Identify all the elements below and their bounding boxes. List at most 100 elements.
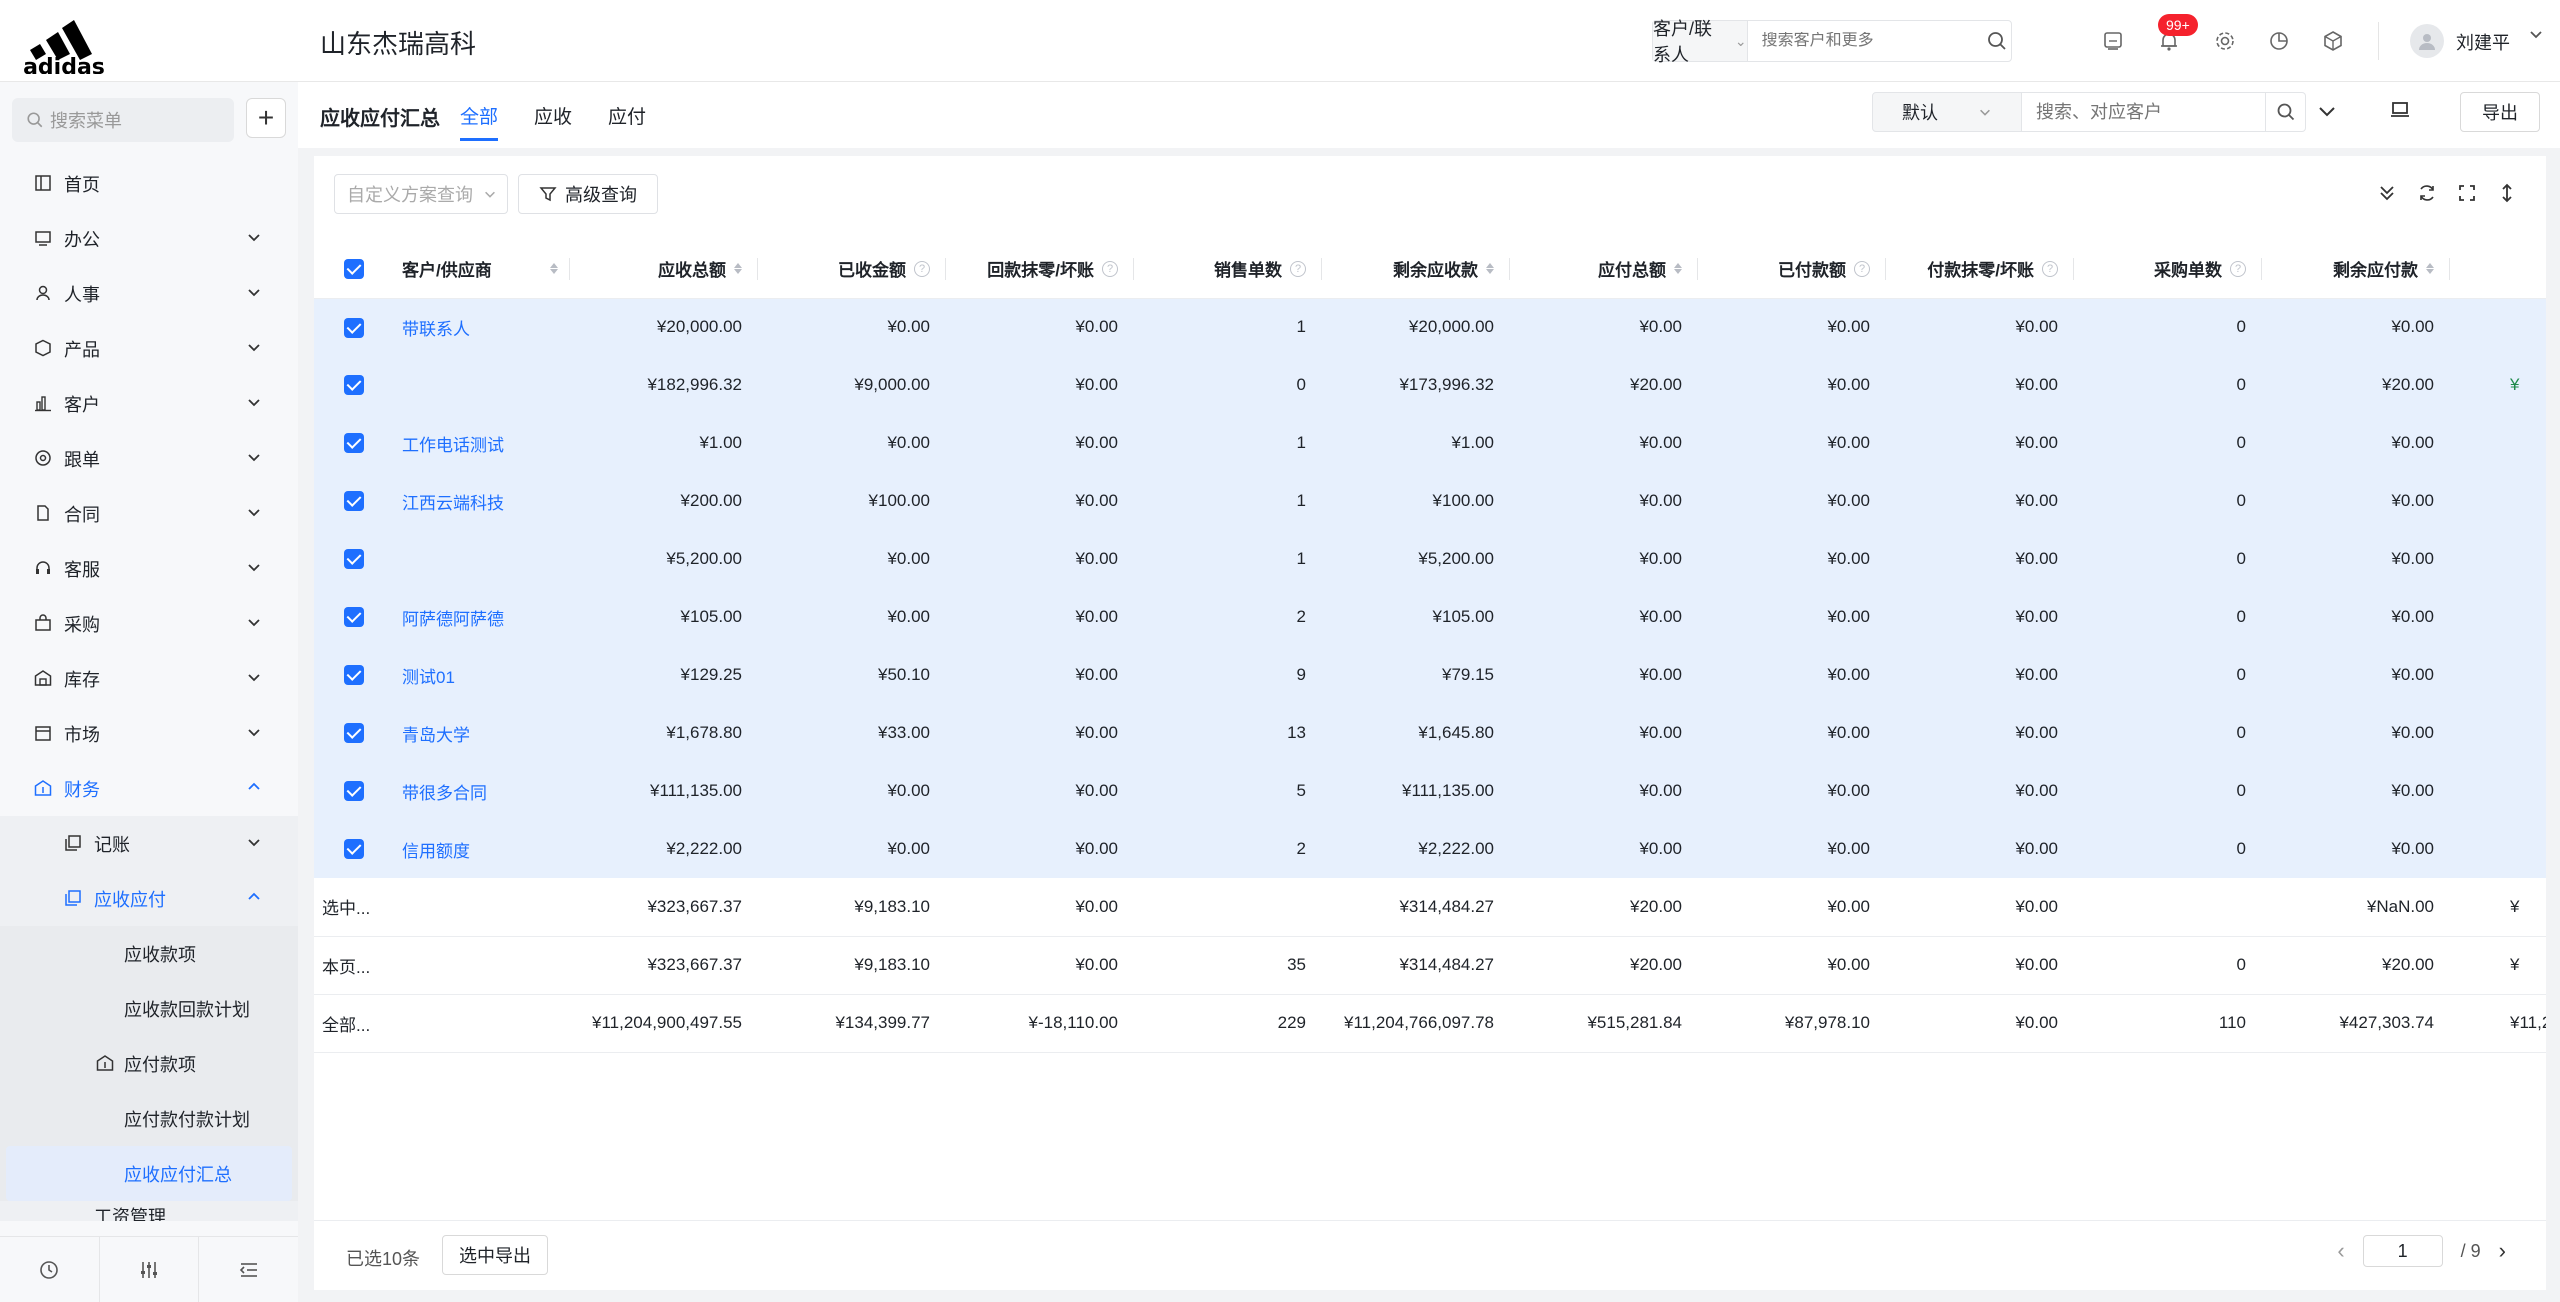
sort-icon[interactable] xyxy=(550,263,558,275)
global-search-input[interactable] xyxy=(1747,32,1983,50)
row-checkbox[interactable] xyxy=(344,317,364,338)
sidebar-item-service[interactable]: 客服 xyxy=(0,541,298,596)
chevron-down-icon[interactable] xyxy=(2528,26,2544,47)
sidebar-item-ar-ap-summary[interactable]: 应收应付汇总 xyxy=(6,1146,292,1201)
export-button[interactable]: 导出 xyxy=(2460,92,2540,132)
customer-link[interactable]: 工作电话测试 xyxy=(394,414,570,472)
sidebar-item-product[interactable]: 产品 xyxy=(0,321,298,376)
row-checkbox[interactable] xyxy=(344,665,364,686)
help-icon[interactable]: ? xyxy=(2042,260,2058,277)
row-checkbox[interactable] xyxy=(344,839,364,860)
customer-link[interactable]: 青岛大学 xyxy=(394,704,570,762)
expand-rows-icon[interactable] xyxy=(2376,182,2398,204)
sort-icon[interactable] xyxy=(1674,263,1682,275)
customer-link[interactable]: 带联系人 xyxy=(394,298,570,356)
help-icon[interactable]: ? xyxy=(914,260,930,277)
page-number-input[interactable] xyxy=(2362,1235,2443,1267)
col-header-receipt-writeoff[interactable]: 回款抹零/坏账? xyxy=(946,240,1134,299)
sidebar-item-hr[interactable]: 人事 xyxy=(0,266,298,321)
chevron-down-icon[interactable] xyxy=(2316,100,2338,127)
sidebar-item-payment-plan[interactable]: 应付款付款计划 xyxy=(0,1091,298,1146)
help-icon[interactable]: ? xyxy=(2230,260,2246,277)
sidebar-item-bookkeeping[interactable]: 记账 xyxy=(0,816,298,871)
collapse-menu-button[interactable] xyxy=(199,1237,298,1302)
sidebar-item-followup[interactable]: 跟单 xyxy=(0,431,298,486)
row-checkbox[interactable] xyxy=(344,781,364,802)
row-checkbox[interactable] xyxy=(344,433,364,454)
table-row[interactable]: 阿萨德阿萨德 ¥105.00 ¥0.00 ¥0.00 2 ¥105.00 ¥0.00 ¥0.0… xyxy=(314,588,2546,646)
row-checkbox[interactable] xyxy=(344,491,364,512)
table-row[interactable]: ¥182,996.32 ¥9,000.00 ¥0.00 0 ¥173,996.32 ¥20… xyxy=(314,356,2546,414)
row-checkbox[interactable] xyxy=(344,375,364,396)
col-header-payable-total[interactable]: 应付总额 xyxy=(1510,240,1698,299)
sidebar-item-office[interactable]: 办公 xyxy=(0,211,298,266)
customer-link[interactable]: 江西云端科技 xyxy=(394,472,570,530)
print-icon[interactable] xyxy=(2388,98,2412,127)
table-row[interactable]: 带很多合同 ¥111,135.00 ¥0.00 ¥0.00 5 ¥111,135.00 ¥0… xyxy=(314,762,2546,820)
sidebar-item-salary[interactable]: 工资管理 xyxy=(0,1201,298,1221)
export-selected-button[interactable]: 选中导出 xyxy=(442,1235,548,1275)
pie-chart-icon[interactable] xyxy=(2264,26,2294,56)
sort-icon[interactable] xyxy=(2426,263,2434,275)
select-all-checkbox[interactable] xyxy=(344,259,364,279)
table-row[interactable]: 测试01 ¥129.25 ¥50.10 ¥0.00 9 ¥79.15 ¥0.00 ¥0.00 ¥… xyxy=(314,646,2546,704)
settings-sliders-button[interactable] xyxy=(100,1237,200,1302)
username[interactable]: 刘建平 xyxy=(2456,29,2510,55)
keyword-search-input[interactable] xyxy=(2022,92,2266,132)
col-header-paid[interactable]: 已付款额? xyxy=(1698,240,1886,299)
sort-icon[interactable] xyxy=(734,263,742,275)
sidebar-item-receivables[interactable]: 应收款项 xyxy=(0,926,298,981)
cube-icon[interactable] xyxy=(2318,26,2348,56)
customer-link[interactable] xyxy=(394,356,570,414)
col-header-payment-writeoff[interactable]: 付款抹零/坏账? xyxy=(1886,240,2074,299)
sidebar-item-home[interactable]: 首页 xyxy=(0,156,298,211)
sidebar-item-contract[interactable]: 合同 xyxy=(0,486,298,541)
avatar[interactable] xyxy=(2410,24,2444,58)
tab-receivable[interactable]: 应收 xyxy=(534,102,572,129)
sidebar-item-payables[interactable]: 应付款项 xyxy=(0,1036,298,1091)
col-header-receivable-total[interactable]: 应收总额 xyxy=(570,240,758,299)
next-page-icon[interactable]: › xyxy=(2499,1238,2506,1264)
col-header-purchase-count[interactable]: 采购单数? xyxy=(2074,240,2262,299)
col-header-remaining-payable[interactable]: 剩余应付款 xyxy=(2262,240,2450,299)
advanced-query-button[interactable]: 高级查询 xyxy=(518,174,658,214)
sidebar-item-finance[interactable]: 财务 xyxy=(0,761,298,816)
sidebar-item-customer[interactable]: 客户 xyxy=(0,376,298,431)
search-icon[interactable] xyxy=(1983,21,2011,61)
col-header-received[interactable]: 已收金额? xyxy=(758,240,946,299)
message-icon[interactable] xyxy=(2098,26,2128,56)
row-checkbox[interactable] xyxy=(344,607,364,628)
gear-icon[interactable] xyxy=(2210,26,2240,56)
fullscreen-icon[interactable] xyxy=(2456,182,2478,204)
scheme-select[interactable]: 默认 xyxy=(1872,92,2022,132)
tab-payable[interactable]: 应付 xyxy=(608,102,646,129)
customer-link[interactable]: 阿萨德阿萨德 xyxy=(394,588,570,646)
customer-link[interactable]: 带很多合同 xyxy=(394,762,570,820)
sort-icon[interactable] xyxy=(1486,263,1494,275)
add-button[interactable]: + xyxy=(246,98,286,138)
table-row[interactable]: 青岛大学 ¥1,678.80 ¥33.00 ¥0.00 13 ¥1,645.80 ¥0.00… xyxy=(314,704,2546,762)
col-header-sales-count[interactable]: 销售单数? xyxy=(1134,240,1322,299)
menu-search-input[interactable]: 搜索菜单 xyxy=(12,98,234,142)
sidebar-item-receivable-payable[interactable]: 应收应付 xyxy=(0,871,298,926)
refresh-icon[interactable] xyxy=(2416,182,2438,204)
search-icon[interactable] xyxy=(2266,92,2306,132)
row-checkbox[interactable] xyxy=(344,723,364,744)
prev-page-icon[interactable]: ‹ xyxy=(2337,1238,2344,1264)
table-row[interactable]: 江西云端科技 ¥200.00 ¥100.00 ¥0.00 1 ¥100.00 ¥0.00 ¥0… xyxy=(314,472,2546,530)
col-header-customer[interactable]: 客户/供应商 xyxy=(394,240,570,299)
row-height-icon[interactable] xyxy=(2496,182,2518,204)
table-row[interactable]: ¥5,200.00 ¥0.00 ¥0.00 1 ¥5,200.00 ¥0.00 ¥0.00 ¥… xyxy=(314,530,2546,588)
search-type-select[interactable]: 客户/联系人 ⌄ xyxy=(1653,19,1748,65)
table-row[interactable]: 信用额度 ¥2,222.00 ¥0.00 ¥0.00 2 ¥2,222.00 ¥0.00 ¥0… xyxy=(314,820,2546,878)
adidas-logo[interactable]: adidas xyxy=(18,10,110,74)
sidebar-item-inventory[interactable]: 库存 xyxy=(0,651,298,706)
customer-link[interactable]: 信用额度 xyxy=(394,820,570,878)
table-row[interactable]: 工作电话测试 ¥1.00 ¥0.00 ¥0.00 1 ¥1.00 ¥0.00 ¥0.00 ¥0.… xyxy=(314,414,2546,472)
sidebar-item-market[interactable]: 市场 xyxy=(0,706,298,761)
customer-link[interactable]: 测试01 xyxy=(394,646,570,704)
tab-all[interactable]: 全部 xyxy=(460,102,499,141)
help-icon[interactable]: ? xyxy=(1290,260,1306,277)
sidebar-item-receipt-plan[interactable]: 应收款回款计划 xyxy=(0,981,298,1036)
row-checkbox[interactable] xyxy=(344,549,364,570)
